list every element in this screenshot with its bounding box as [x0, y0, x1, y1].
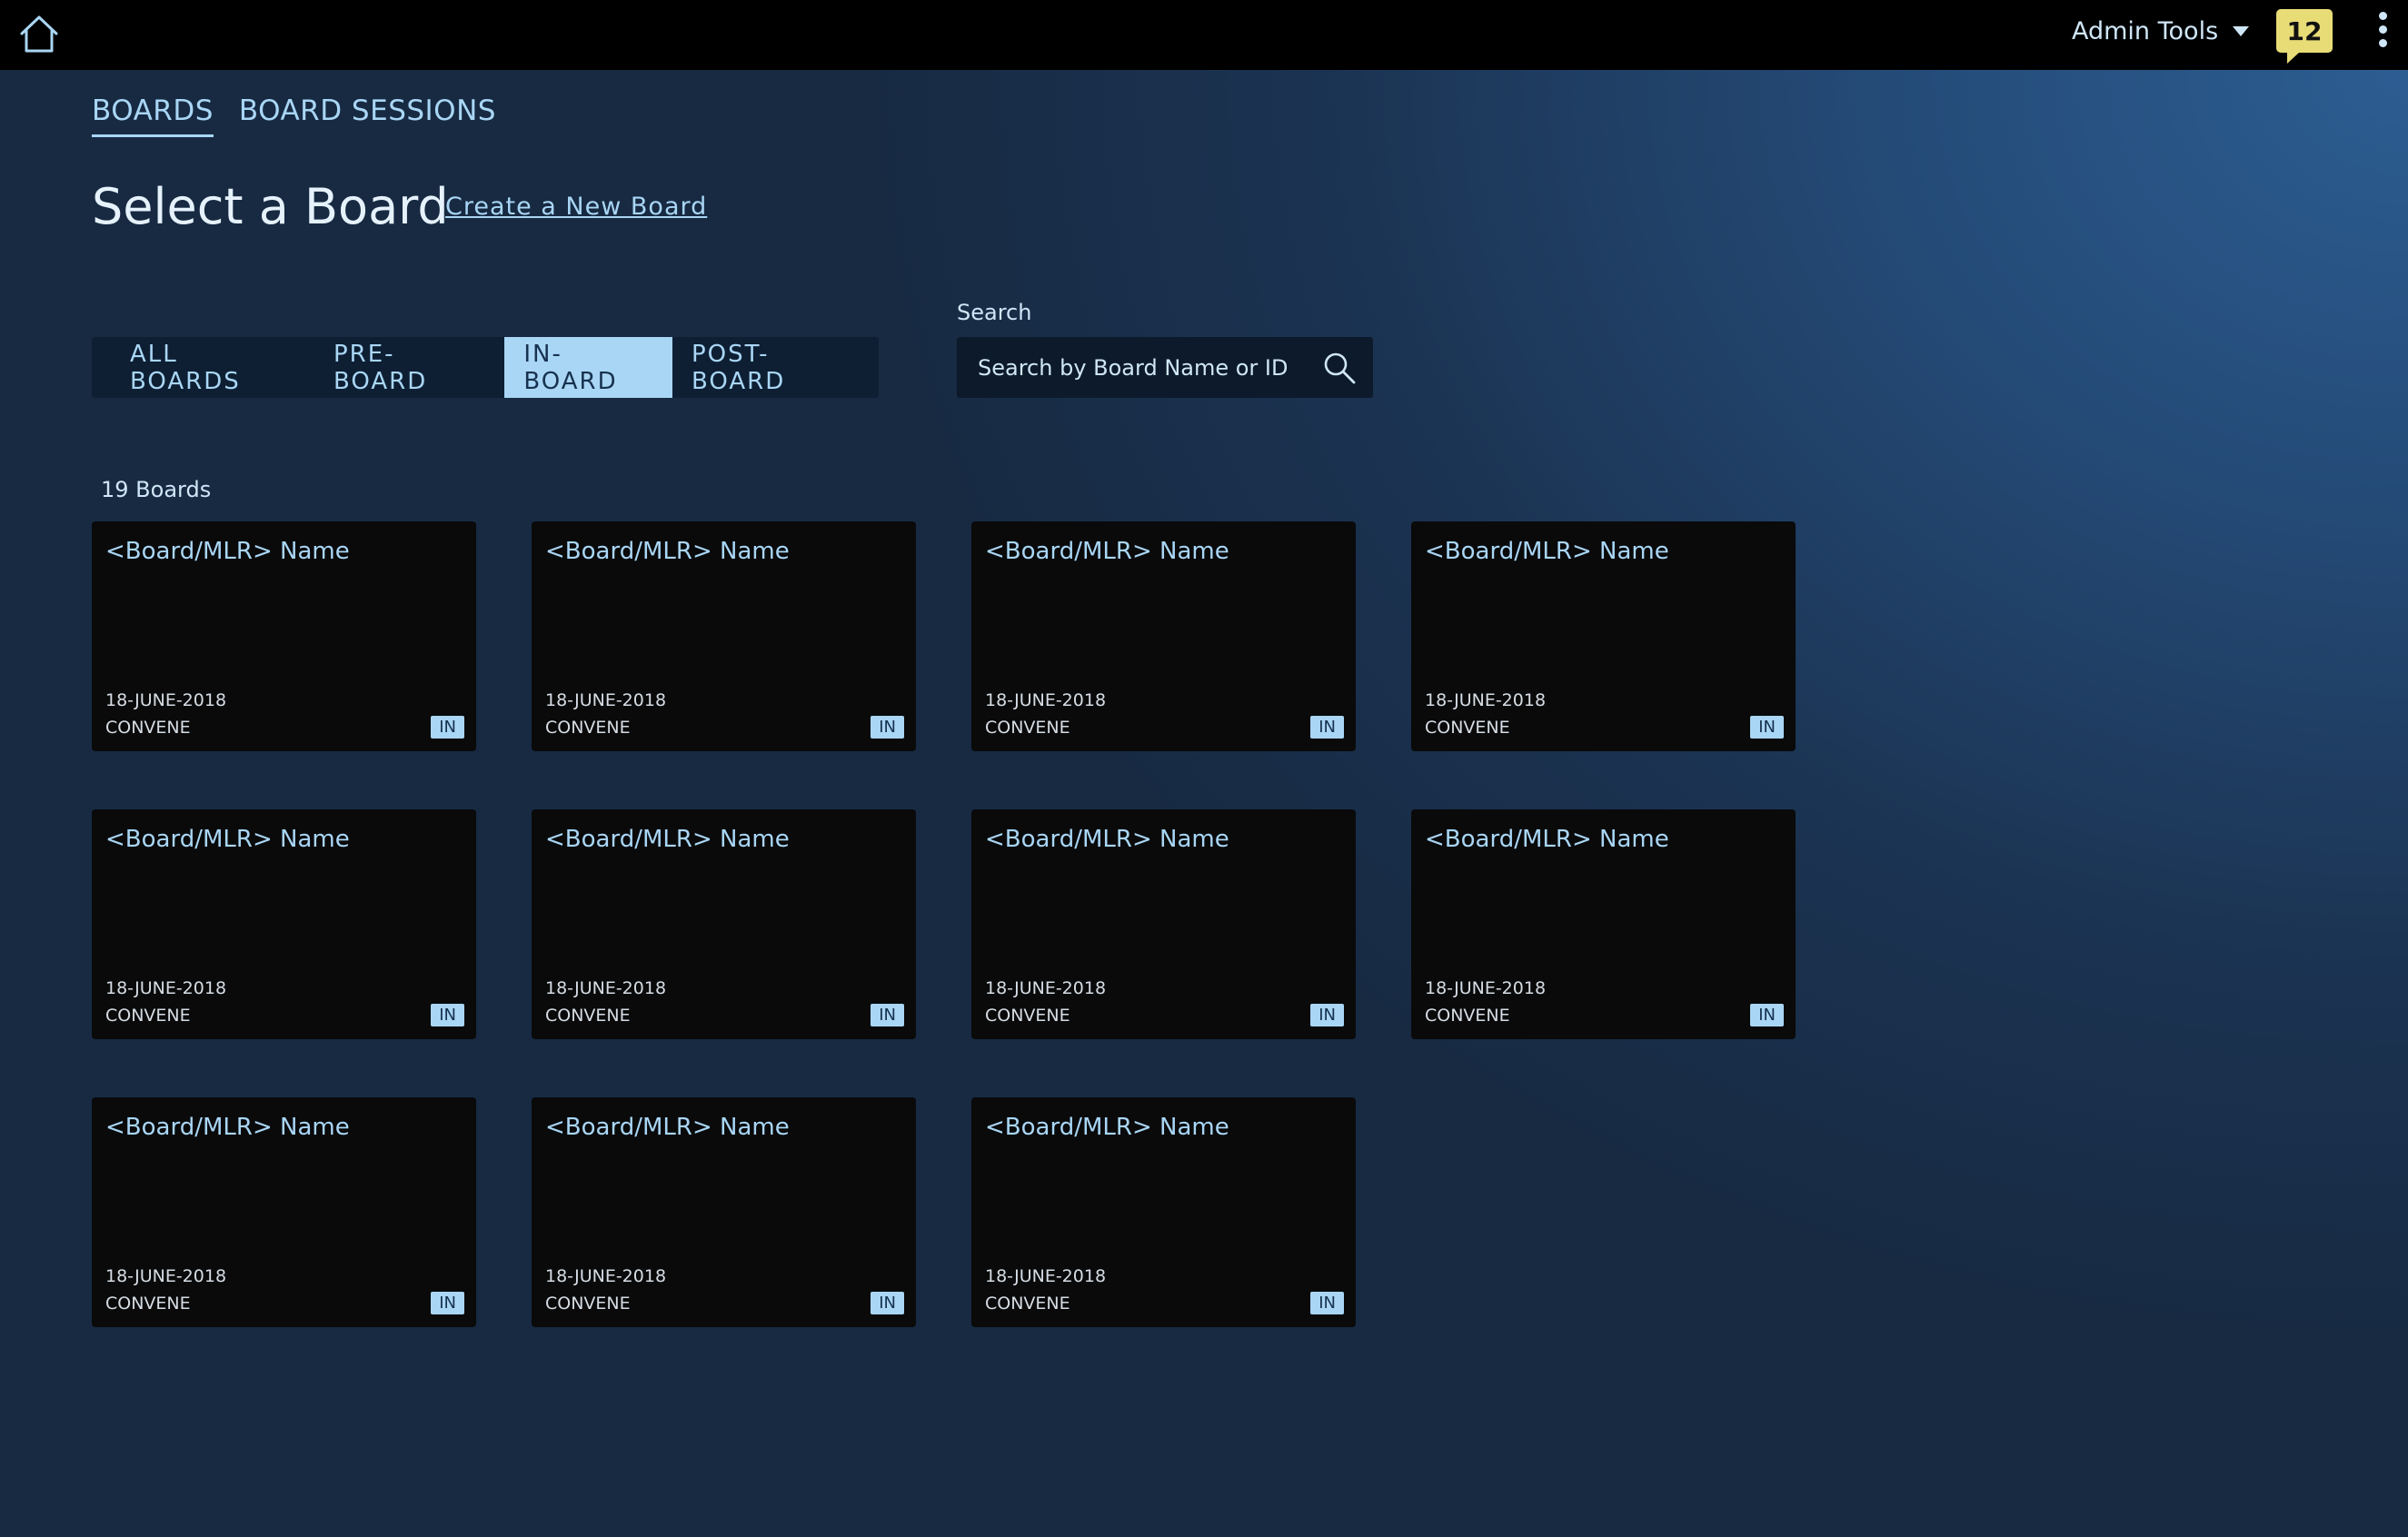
admin-tools-label: Admin Tools	[2072, 16, 2219, 45]
board-card[interactable]: <Board/MLR> Name 18-JUNE-2018 CONVENE IN	[92, 521, 476, 751]
status-badge: IN	[1750, 1004, 1784, 1026]
status-badge: IN	[1310, 716, 1344, 739]
board-date: 18-JUNE-2018	[545, 978, 667, 998]
admin-tools-menu[interactable]: Admin Tools	[2072, 13, 2250, 49]
board-card[interactable]: <Board/MLR> Name 18-JUNE-2018 CONVENE IN	[971, 1097, 1356, 1327]
board-count: 19 Boards	[101, 477, 212, 502]
board-name: <Board/MLR> Name	[545, 1114, 790, 1141]
board-org: CONVENE	[105, 1294, 191, 1314]
board-card[interactable]: <Board/MLR> Name 18-JUNE-2018 CONVENE IN	[532, 1097, 916, 1327]
board-card[interactable]: <Board/MLR> Name 18-JUNE-2018 CONVENE IN	[1411, 521, 1796, 751]
filter-in-board[interactable]: IN-BOARD	[504, 337, 672, 398]
search-input[interactable]	[957, 337, 1311, 398]
board-name: <Board/MLR> Name	[105, 826, 350, 853]
board-org: CONVENE	[545, 1294, 631, 1314]
board-date: 18-JUNE-2018	[985, 1266, 1107, 1286]
board-org: CONVENE	[545, 1006, 631, 1026]
search-box	[957, 337, 1373, 398]
board-date: 18-JUNE-2018	[1425, 690, 1547, 710]
board-name: <Board/MLR> Name	[985, 826, 1229, 853]
status-badge: IN	[431, 1292, 464, 1314]
tab-board-sessions[interactable]: BOARD SESSIONS	[239, 94, 496, 137]
status-badge: IN	[1310, 1292, 1344, 1314]
board-date: 18-JUNE-2018	[985, 978, 1107, 998]
notification-count: 12	[2286, 15, 2323, 46]
search-label: Search	[957, 300, 1032, 325]
caret-down-icon	[2233, 25, 2250, 36]
top-bar: Admin Tools 12	[0, 0, 2408, 70]
board-card[interactable]: <Board/MLR> Name 18-JUNE-2018 CONVENE IN	[92, 1097, 476, 1327]
board-name: <Board/MLR> Name	[545, 826, 790, 853]
status-badge: IN	[1310, 1004, 1344, 1026]
filter-all-boards[interactable]: ALL BOARDS	[92, 337, 314, 398]
board-card[interactable]: <Board/MLR> Name 18-JUNE-2018 CONVENE IN	[971, 521, 1356, 751]
board-name: <Board/MLR> Name	[1425, 826, 1669, 853]
board-date: 18-JUNE-2018	[545, 1266, 667, 1286]
home-icon[interactable]	[16, 11, 62, 56]
board-card[interactable]: <Board/MLR> Name 18-JUNE-2018 CONVENE IN	[971, 809, 1356, 1039]
board-date: 18-JUNE-2018	[985, 690, 1107, 710]
kebab-menu-icon[interactable]	[2373, 7, 2392, 58]
board-org: CONVENE	[105, 1006, 191, 1026]
board-org: CONVENE	[105, 718, 191, 738]
filter-post-board[interactable]: POST-BOARD	[672, 337, 879, 398]
board-date: 18-JUNE-2018	[105, 1266, 227, 1286]
board-date: 18-JUNE-2018	[105, 690, 227, 710]
board-date: 18-JUNE-2018	[545, 690, 667, 710]
filter-pre-board[interactable]: PRE-BOARD	[314, 337, 504, 398]
status-badge: IN	[871, 716, 904, 739]
section-tabs: BOARDS BOARD SESSIONS	[92, 94, 496, 137]
board-org: CONVENE	[1425, 1006, 1510, 1026]
board-org: CONVENE	[985, 1006, 1070, 1026]
page-title: Select a Board	[92, 178, 449, 235]
board-name: <Board/MLR> Name	[545, 538, 790, 565]
board-name: <Board/MLR> Name	[985, 538, 1229, 565]
board-card[interactable]: <Board/MLR> Name 18-JUNE-2018 CONVENE IN	[532, 809, 916, 1039]
status-badge: IN	[431, 1004, 464, 1026]
status-badge: IN	[871, 1292, 904, 1314]
status-badge: IN	[871, 1004, 904, 1026]
board-date: 18-JUNE-2018	[105, 978, 227, 998]
board-org: CONVENE	[545, 718, 631, 738]
board-org: CONVENE	[985, 1294, 1070, 1314]
search-icon[interactable]	[1322, 351, 1357, 385]
board-name: <Board/MLR> Name	[105, 1114, 350, 1141]
board-card[interactable]: <Board/MLR> Name 18-JUNE-2018 CONVENE IN	[1411, 809, 1796, 1039]
board-grid: <Board/MLR> Name 18-JUNE-2018 CONVENE IN…	[92, 521, 1796, 1327]
board-name: <Board/MLR> Name	[105, 538, 350, 565]
board-name: <Board/MLR> Name	[1425, 538, 1669, 565]
board-status-filter: ALL BOARDS PRE-BOARD IN-BOARD POST-BOARD	[92, 337, 879, 398]
board-org: CONVENE	[1425, 718, 1510, 738]
board-card[interactable]: <Board/MLR> Name 18-JUNE-2018 CONVENE IN	[92, 809, 476, 1039]
notification-icon[interactable]: 12	[2276, 9, 2333, 64]
create-board-link[interactable]: Create a New Board	[445, 193, 707, 221]
tab-boards[interactable]: BOARDS	[92, 94, 214, 137]
board-card[interactable]: <Board/MLR> Name 18-JUNE-2018 CONVENE IN	[532, 521, 916, 751]
status-badge: IN	[431, 716, 464, 739]
board-name: <Board/MLR> Name	[985, 1114, 1229, 1141]
board-org: CONVENE	[985, 718, 1070, 738]
board-date: 18-JUNE-2018	[1425, 978, 1547, 998]
status-badge: IN	[1750, 716, 1784, 739]
